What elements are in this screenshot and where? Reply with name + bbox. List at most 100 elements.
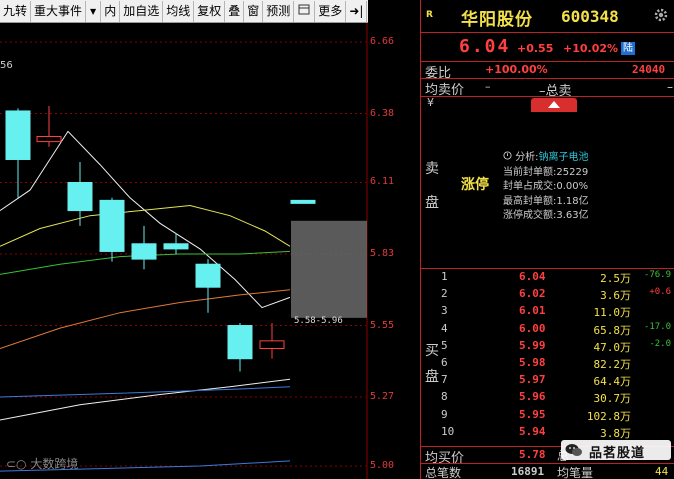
analysis-value: 0.00% bbox=[556, 181, 589, 192]
margin-tag: R bbox=[426, 10, 433, 20]
last-price: 6.04 bbox=[459, 36, 511, 57]
limit-analysis: 分析:钠离子电池 当前封单额:25229 封单占成交:0.00% 最高封单额:1… bbox=[503, 151, 589, 224]
toolbar-jiuzhuan[interactable]: 九转 bbox=[0, 0, 32, 22]
toolbar-inner[interactable]: 内 bbox=[101, 0, 121, 22]
wechat-icon bbox=[565, 444, 582, 456]
candle-body bbox=[195, 263, 221, 288]
bid-change: +0.6 bbox=[649, 287, 671, 298]
bid-price: 5.98 bbox=[519, 356, 546, 369]
bid-level: 2 bbox=[441, 287, 448, 301]
stock-code: 600348 bbox=[561, 7, 619, 26]
toolbar-adjust[interactable]: 复权 bbox=[194, 0, 226, 22]
analysis-key: 涨停成交额: bbox=[503, 210, 557, 221]
bid-row[interactable]: 2 6.02 3.6万 +0.6 bbox=[421, 287, 674, 303]
toolbar-more[interactable]: 更多 bbox=[315, 0, 347, 22]
quote-row: 6.04 +0.55 +10.02% 陆 bbox=[421, 34, 674, 60]
sell-side-label-1: 卖 bbox=[425, 161, 439, 177]
forecast-range-label: 5.58-5.96 bbox=[294, 316, 343, 326]
bid-volume: 65.8万 bbox=[593, 323, 632, 337]
ma-value: 56 bbox=[0, 60, 13, 71]
bid-volume: 102.8万 bbox=[586, 409, 631, 423]
bid-change: -17.0 bbox=[643, 321, 671, 332]
kline-chart[interactable]: 56 6.66 6.38 6.11 5.83 5.55 5.27 5.00 5.58-5.9… bbox=[0, 23, 420, 479]
bid-change: -76.9 bbox=[643, 270, 671, 280]
bid-level: 6 bbox=[441, 356, 448, 369]
ma-line bbox=[0, 130, 291, 309]
price-axis-label: 5.55 bbox=[370, 319, 395, 331]
bid-price: 6.01 bbox=[519, 304, 546, 318]
candle-body bbox=[131, 243, 157, 260]
bid-row[interactable]: 10 5.94 3.8万 bbox=[421, 425, 674, 441]
price-axis-label: 6.38 bbox=[370, 107, 395, 119]
yen-icon: ¥ bbox=[427, 96, 434, 109]
bid-price: 6.02 bbox=[519, 287, 546, 301]
bid-row[interactable]: 7 5.97 64.4万 bbox=[421, 373, 674, 389]
bid-volume: 3.6万 bbox=[600, 289, 631, 303]
total-sell-value: – bbox=[667, 80, 673, 94]
price-axis-label: 6.11 bbox=[370, 176, 395, 188]
watermark-logo-icon: ⊂○ bbox=[6, 457, 31, 471]
ma-line bbox=[0, 386, 291, 398]
bid-row[interactable]: 4 6.00 65.8万 -17.0 bbox=[421, 322, 674, 338]
limit-up-tag: 涨停 bbox=[461, 177, 489, 193]
candle-body bbox=[163, 243, 189, 250]
bid-price: 5.96 bbox=[519, 390, 546, 404]
trade-count-value: 16891 bbox=[511, 465, 545, 478]
ma-line bbox=[0, 204, 291, 247]
divider bbox=[421, 268, 674, 269]
price-axis-label: 5.83 bbox=[370, 248, 395, 259]
analysis-icon bbox=[503, 151, 512, 160]
calendar-icon bbox=[298, 4, 310, 14]
candle-body bbox=[5, 110, 31, 160]
candle-body bbox=[227, 325, 253, 360]
bid-row[interactable]: 9 5.95 102.8万 bbox=[421, 408, 674, 424]
gear-icon[interactable] bbox=[653, 7, 669, 23]
bid-change: -2.0 bbox=[649, 338, 671, 349]
bid-price: 6.04 bbox=[519, 270, 546, 283]
toolbar-add-watchlist[interactable]: 加自选 bbox=[120, 0, 164, 22]
bid-volume: 30.7万 bbox=[593, 392, 632, 406]
bid-row[interactable]: 5 5.99 47.0万 -2.0 bbox=[421, 339, 674, 355]
bid-volume: 11.0万 bbox=[593, 306, 632, 320]
toolbar-forecast[interactable]: 预测 bbox=[263, 0, 295, 22]
toolbar-events-dropdown-icon[interactable]: ▼ bbox=[86, 0, 102, 22]
avg-buy-value: 5.78 bbox=[519, 448, 546, 461]
pin-icon[interactable]: ➜| bbox=[346, 0, 368, 22]
toolbar-major-events[interactable]: 重大事件 bbox=[31, 0, 87, 22]
bid-level: 7 bbox=[441, 373, 448, 387]
sell-side-label-2: 盘 bbox=[425, 195, 439, 211]
toolbar-window[interactable]: 窗 bbox=[244, 0, 264, 22]
bid-volume: 3.8万 bbox=[600, 426, 631, 440]
bid-level: 1 bbox=[441, 270, 448, 283]
stock-header: R 华阳股份 600348 bbox=[421, 0, 674, 32]
bid-price: 6.00 bbox=[519, 321, 546, 335]
toolbar-icon-box[interactable] bbox=[294, 0, 316, 22]
collapse-orderbook-button[interactable] bbox=[531, 98, 577, 112]
kline-canvas bbox=[0, 23, 368, 479]
candle-body bbox=[67, 181, 93, 212]
bid-row[interactable]: 3 6.01 11.0万 bbox=[421, 304, 674, 320]
candle-body bbox=[259, 340, 285, 350]
toolbar-ma[interactable]: 均线 bbox=[163, 0, 195, 22]
price-change-pct: +10.02% bbox=[563, 42, 619, 55]
bid-price: 5.97 bbox=[519, 373, 546, 387]
bid-row[interactable]: 1 6.04 2.5万 -76.9 bbox=[421, 270, 674, 286]
analysis-value: 3.63亿 bbox=[556, 210, 589, 221]
bid-volume: 82.2万 bbox=[593, 358, 632, 371]
avg-trade-size-label: 均笔量 bbox=[557, 466, 594, 479]
price-change: +0.55 bbox=[517, 42, 554, 55]
bid-row[interactable]: 8 5.96 30.7万 bbox=[421, 390, 674, 406]
bid-volume: 47.0万 bbox=[593, 340, 632, 354]
analysis-key: 封单占成交: bbox=[503, 181, 557, 192]
bid-level: 10 bbox=[441, 424, 455, 438]
analysis-concept[interactable]: 钠离子电池 bbox=[539, 152, 589, 163]
stock-name: 华阳股份 bbox=[461, 10, 533, 30]
toolbar-overlay[interactable]: 叠 bbox=[225, 0, 245, 22]
bid-volume: 2.5万 bbox=[600, 272, 631, 285]
bid-level: 8 bbox=[441, 390, 448, 404]
toolbar-more-dropdown-icon[interactable]: ▼ bbox=[367, 1, 381, 22]
chart-toolbar: 九转 重大事件 ▼ 内 加自选 均线 复权 叠 窗 预测 更多 ➜| ▼ bbox=[0, 0, 378, 23]
bid-volume: 64.4万 bbox=[593, 375, 632, 389]
avg-trade-size-value: 44 bbox=[655, 465, 669, 478]
bid-row[interactable]: 6 5.98 82.2万 bbox=[421, 356, 674, 372]
